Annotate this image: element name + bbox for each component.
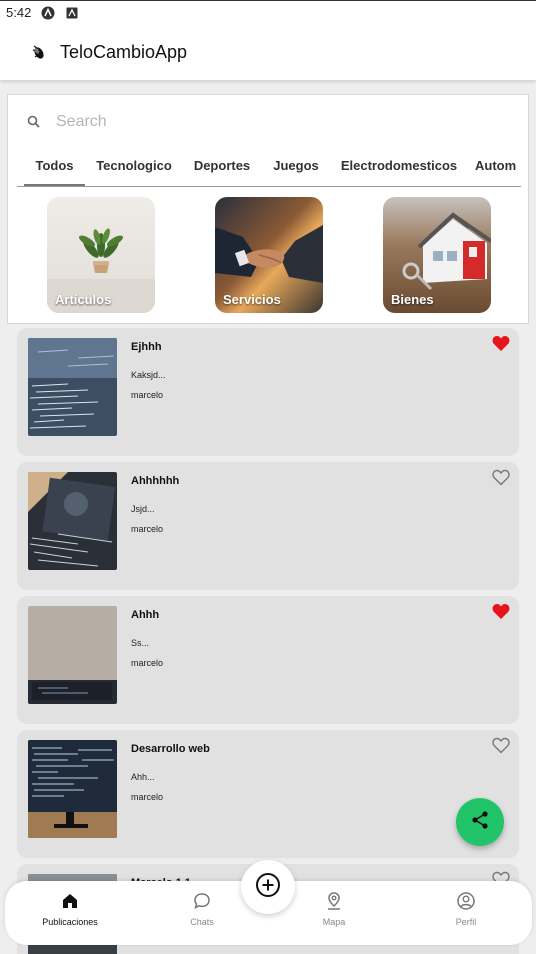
search-bar[interactable]: [24, 109, 514, 135]
filter-header: TodosTecnologicoDeportesJuegosElectrodom…: [7, 94, 529, 324]
status-time: 5:42: [6, 5, 32, 20]
favorite-heart-filled-icon[interactable]: [492, 335, 510, 352]
tab-automoviles[interactable]: Autom: [467, 155, 517, 185]
notification-box-icon: [65, 6, 79, 20]
tab-todos[interactable]: Todos: [24, 155, 85, 186]
home-icon: [60, 891, 80, 911]
category-servicios[interactable]: Servicios: [215, 197, 323, 313]
publication-title: Ejhhh: [131, 341, 162, 353]
nav-label: Publicaciones: [42, 917, 98, 927]
nav-mapa[interactable]: Mapa: [284, 891, 384, 927]
chat-icon: [192, 891, 212, 911]
nav-publicaciones[interactable]: Publicaciones: [20, 891, 120, 927]
tab-tecnologico[interactable]: Tecnologico: [86, 155, 182, 185]
add-publication-button[interactable]: [241, 860, 295, 914]
publication-title: Desarrollo web: [131, 743, 210, 755]
publication-title: Ahhhhhh: [131, 475, 180, 487]
category-label: Bienes: [391, 292, 434, 307]
category-label: Artículos: [55, 292, 112, 307]
tab-deportes[interactable]: Deportes: [183, 155, 261, 185]
publication-card[interactable]: Desarrollo web Ahh... marcelo: [17, 730, 519, 858]
status-bar: 5:42: [0, 0, 536, 24]
share-icon: [470, 810, 490, 835]
category-tabs: Todos Tecnologico Deportes Juegos Electrodom…: [17, 155, 521, 187]
publication-user: marcelo: [131, 658, 164, 668]
publication-thumbnail: [28, 338, 117, 436]
publication-card[interactable]: Ejhhh Kaksjd... marcelo: [17, 328, 519, 456]
publication-thumbnail: [28, 740, 117, 838]
publication-user: marcelo: [131, 390, 164, 400]
category-tiles: Artículos Servicios Bienes: [8, 197, 530, 315]
nav-label: Perfil: [455, 917, 477, 927]
app-bar: TeloCambioApp: [0, 24, 536, 80]
app-logo-icon: [30, 42, 46, 62]
favorite-heart-filled-icon[interactable]: [492, 603, 510, 620]
map-pin-icon: [324, 891, 344, 911]
publication-card[interactable]: Ahhh Ss... marcelo: [17, 596, 519, 724]
profile-icon: [456, 891, 476, 911]
publication-user: marcelo: [131, 792, 164, 802]
publication-description: Ahh...: [131, 772, 155, 782]
favorite-heart-outline-icon[interactable]: [492, 469, 510, 486]
publication-card[interactable]: Ahhhhhh Jsjd... marcelo: [17, 462, 519, 590]
nav-chats[interactable]: Chats: [152, 891, 252, 927]
notification-a-icon: [41, 6, 55, 20]
publication-description: Ss...: [131, 638, 150, 648]
share-button[interactable]: [456, 798, 504, 846]
nav-label: Mapa: [322, 917, 346, 927]
add-circle-icon: [255, 872, 281, 903]
publication-thumbnail: [28, 606, 117, 704]
publication-thumbnail: [28, 472, 117, 570]
tab-electrodomesticos[interactable]: Electrodomesticos: [331, 155, 467, 185]
search-icon: [26, 114, 42, 130]
favorite-heart-outline-icon[interactable]: [492, 737, 510, 754]
publication-user: marcelo: [131, 524, 164, 534]
app-title: TeloCambioApp: [60, 41, 188, 62]
category-label: Servicios: [223, 292, 281, 307]
category-bienes[interactable]: Bienes: [383, 197, 491, 313]
publication-title: Ahhh: [131, 609, 160, 621]
nav-perfil[interactable]: Perfil: [416, 891, 516, 927]
category-articulos[interactable]: Artículos: [47, 197, 155, 313]
search-input[interactable]: [56, 113, 456, 131]
publication-description: Kaksjd...: [131, 370, 166, 380]
tab-juegos[interactable]: Juegos: [261, 155, 331, 185]
nav-label: Chats: [190, 917, 214, 927]
publication-description: Jsjd...: [131, 504, 155, 514]
